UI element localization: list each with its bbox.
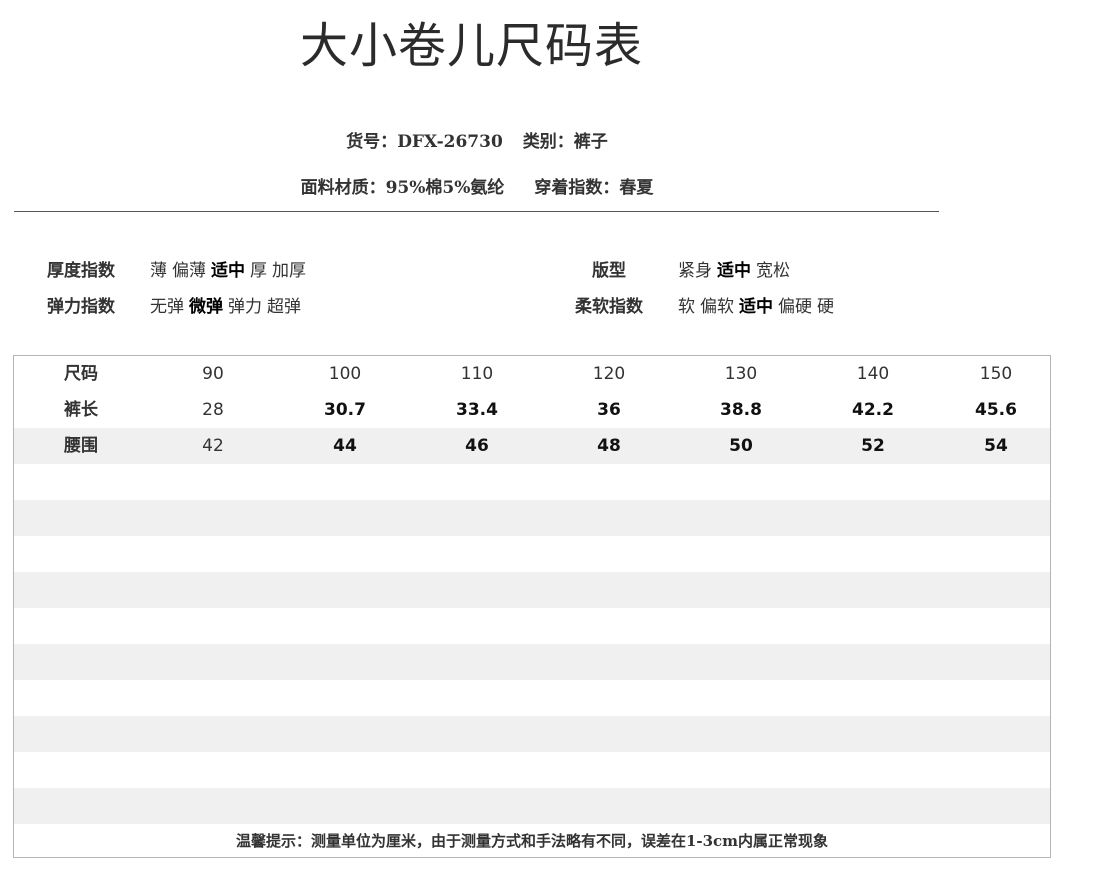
empty-row — [14, 716, 1050, 752]
row-label: 腰围 — [64, 436, 98, 456]
table-cell: 48 — [597, 436, 621, 456]
category: 类别：裤子 — [523, 127, 608, 152]
fit-label: 版型 — [592, 261, 626, 281]
page-title: 大小卷儿尺码表 — [300, 18, 644, 74]
table-cell: 38.8 — [720, 400, 762, 420]
row-label: 裤长 — [64, 400, 98, 420]
elasticity-label: 弹力指数 — [47, 297, 115, 317]
item-number-value: DFX-26730 — [397, 132, 503, 152]
scale-option: 硬 — [817, 297, 834, 317]
table-cell: 50 — [729, 436, 753, 456]
empty-row — [14, 464, 1050, 500]
scale-option: 无弹 — [150, 297, 184, 317]
scale-option: 加厚 — [272, 261, 306, 281]
table-cell: 54 — [984, 436, 1008, 456]
scale-option: 厚 — [250, 261, 267, 281]
thickness-scale: 薄偏薄 适中厚加厚 — [150, 256, 311, 281]
size-header-cell: 140 — [856, 364, 890, 384]
scale-option: 薄 — [150, 261, 167, 281]
scale-option: 适中 — [211, 261, 245, 281]
season-label: 穿着指数： — [534, 178, 620, 198]
scale-option: 微弹 — [189, 297, 223, 317]
scale-option: 偏硬 — [778, 297, 812, 317]
category-value: 裤子 — [573, 132, 608, 152]
empty-row — [14, 572, 1050, 608]
table-cell: 45.6 — [975, 400, 1017, 420]
fabric: 面料材质：95%棉5%氨纶 — [301, 173, 505, 198]
size-header-row: 尺码 90 100 110 120 130 140 150 — [14, 356, 1050, 392]
season: 穿着指数：春夏 — [534, 173, 653, 198]
scale-option: 紧身 — [678, 261, 712, 281]
table-row: 腰围 42 44 46 48 50 52 54 — [14, 428, 1050, 464]
scale-option: 偏软 — [700, 297, 734, 317]
softness-label: 柔软指数 — [575, 297, 643, 317]
softness-scale: 软偏软 适中 偏硬硬 — [678, 292, 839, 317]
scale-option: 超弹 — [267, 297, 301, 317]
product-id-line: 货号：DFX-26730 类别：裤子 — [0, 127, 954, 152]
fit-scale: 紧身 适中 宽松 — [678, 256, 795, 281]
empty-row — [14, 788, 1050, 824]
measurement-footnote: 温馨提示：测量单位为厘米，由于测量方式和手法略有不同，误差在1-3cm内属正常现… — [235, 832, 829, 850]
scale-option: 适中 — [739, 297, 773, 317]
scale-option: 软 — [678, 297, 695, 317]
item-number: 货号：DFX-26730 — [346, 127, 503, 152]
scale-option: 适中 — [717, 261, 751, 281]
empty-row — [14, 500, 1050, 536]
elasticity-scale: 无弹 微弹 弹力 超弹 — [150, 292, 306, 317]
scale-option: 弹力 — [228, 297, 262, 317]
fabric-value: 95%棉5%氨纶 — [385, 178, 505, 198]
table-cell: 44 — [333, 436, 357, 456]
empty-row — [14, 536, 1050, 572]
empty-row — [14, 644, 1050, 680]
size-header-cell: 120 — [592, 364, 626, 384]
category-label: 类别： — [522, 132, 574, 152]
table-cell: 42 — [202, 436, 224, 456]
empty-row — [14, 608, 1050, 644]
empty-row — [14, 752, 1050, 788]
header-divider — [14, 211, 939, 212]
size-header-cell: 90 — [202, 364, 224, 384]
size-header-cell: 100 — [328, 364, 362, 384]
table-cell: 42.2 — [852, 400, 894, 420]
table-cell: 28 — [202, 400, 224, 420]
table-row: 裤长 28 30.7 33.4 36 38.8 42.2 45.6 — [14, 392, 1050, 428]
thickness-label: 厚度指数 — [47, 261, 115, 281]
fabric-label: 面料材质： — [300, 178, 386, 198]
size-header-cell: 110 — [460, 364, 494, 384]
size-header-cell: 130 — [724, 364, 758, 384]
fabric-season-line: 面料材质：95%棉5%氨纶 穿着指数：春夏 — [0, 173, 954, 198]
size-header-cell: 150 — [979, 364, 1013, 384]
empty-row — [14, 680, 1050, 716]
table-cell: 52 — [861, 436, 885, 456]
scale-option: 偏薄 — [172, 261, 206, 281]
table-cell: 33.4 — [456, 400, 498, 420]
table-cell: 30.7 — [324, 400, 366, 420]
item-number-label: 货号： — [346, 132, 398, 152]
table-cell: 46 — [465, 436, 489, 456]
scale-option: 宽松 — [756, 261, 790, 281]
size-table: 尺码 90 100 110 120 130 140 150 裤长 28 30.7 33.4 36 38.8… — [13, 355, 1051, 858]
row-label: 尺码 — [64, 364, 98, 384]
table-cell: 36 — [597, 400, 621, 420]
season-value: 春夏 — [619, 178, 654, 198]
